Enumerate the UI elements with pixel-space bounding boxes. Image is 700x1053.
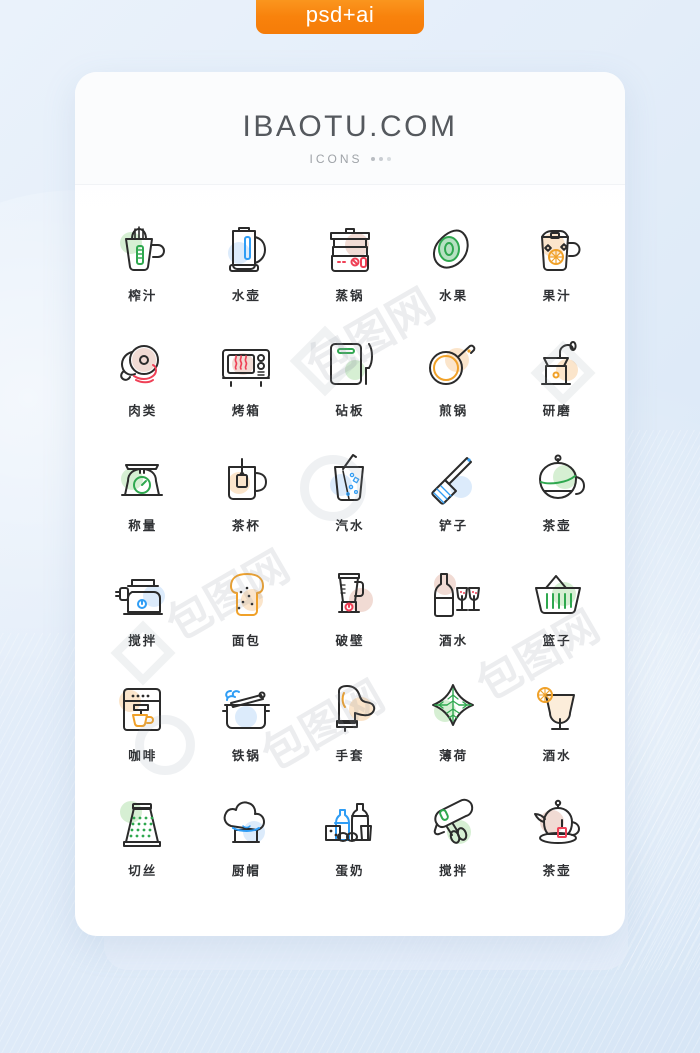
icon-label: 搅拌	[128, 633, 158, 648]
icon-label: 茶壶	[542, 518, 572, 533]
subtitle-row: ICONS	[75, 152, 625, 166]
icon-label: 搅拌	[439, 863, 469, 878]
card-header: IBAOTU.COM ICONS	[75, 72, 625, 185]
icon-label: 铲子	[439, 518, 469, 533]
soda-glass-icon	[300, 441, 400, 513]
icon-label: 研磨	[542, 403, 572, 418]
icon-cell[interactable]: 篮子	[505, 556, 609, 671]
steamer-icon	[300, 211, 400, 283]
icon-cell[interactable]: 蛋奶	[298, 786, 402, 901]
cutting-board-icon	[300, 326, 400, 398]
icon-cell[interactable]: 面包	[195, 556, 299, 671]
icon-label: 蛋奶	[335, 863, 365, 878]
icon-label: 酒水	[542, 748, 572, 763]
chef-hat-icon	[196, 786, 296, 858]
icon-label: 汽水	[335, 518, 365, 533]
icon-cell[interactable]: 称量	[91, 441, 195, 556]
icon-label: 铁锅	[231, 748, 261, 763]
icon-cell[interactable]: 水果	[402, 211, 506, 326]
spatula-icon	[404, 441, 504, 513]
icon-label: 肉类	[128, 403, 158, 418]
icon-cell[interactable]: 肉类	[91, 326, 195, 441]
cocktail-glass-icon	[507, 671, 607, 743]
icon-cell[interactable]: 果汁	[505, 211, 609, 326]
mint-leaf-icon	[404, 671, 504, 743]
icon-label: 水果	[439, 288, 469, 303]
coffee-grinder-icon	[507, 326, 607, 398]
icon-set-card: IBAOTU.COM ICONS 榨汁 水壶 蒸锅 水果 果汁 肉类 烤箱 砧板 煎锅 研磨 称量茶…	[75, 72, 625, 936]
juicer-icon	[93, 211, 193, 283]
avocado-icon	[404, 211, 504, 283]
icon-label: 果汁	[542, 288, 572, 303]
cooking-pot-icon	[196, 671, 296, 743]
oven-icon	[196, 326, 296, 398]
icon-cell[interactable]: 蒸锅	[298, 211, 402, 326]
icon-label: 水壶	[231, 288, 261, 303]
dairy-eggs-icon	[300, 786, 400, 858]
icon-cell[interactable]: 烤箱	[195, 326, 299, 441]
juice-pitcher-icon	[507, 211, 607, 283]
oven-mitt-icon	[300, 671, 400, 743]
icon-cell[interactable]: 榨汁	[91, 211, 195, 326]
icon-cell[interactable]: 铲子	[402, 441, 506, 556]
icon-label: 茶杯	[231, 518, 261, 533]
icon-label: 砧板	[335, 403, 365, 418]
kettle-icon	[196, 211, 296, 283]
page-title: IBAOTU.COM	[242, 110, 458, 143]
meat-icon	[93, 326, 193, 398]
tea-cup-icon	[196, 441, 296, 513]
kitchen-scale-icon	[93, 441, 193, 513]
wine-bottle-icon	[404, 556, 504, 628]
icon-cell[interactable]: 砧板	[298, 326, 402, 441]
icon-label: 篮子	[542, 633, 572, 648]
icon-label: 烤箱	[231, 403, 261, 418]
blender-icon	[300, 556, 400, 628]
icon-label: 煎锅	[439, 403, 469, 418]
icon-cell[interactable]: 搅拌	[91, 556, 195, 671]
icon-label: 榨汁	[128, 288, 158, 303]
icon-cell[interactable]: 茶杯	[195, 441, 299, 556]
icon-cell[interactable]: 厨帽	[195, 786, 299, 901]
bread-slice-icon	[196, 556, 296, 628]
icon-cell[interactable]: 煎锅	[402, 326, 506, 441]
icon-cell[interactable]: 破壁	[298, 556, 402, 671]
format-badge: psd+ai	[256, 0, 424, 34]
icon-label: 切丝	[128, 863, 158, 878]
icon-cell[interactable]: 切丝	[91, 786, 195, 901]
icon-label: 咖啡	[128, 748, 158, 763]
icon-grid: 榨汁 水壶 蒸锅 水果 果汁 肉类 烤箱 砧板 煎锅 研磨 称量 茶杯 汽水 铲子 茶壶 搅拌 面包 破壁 酒水 篮子…	[75, 185, 625, 901]
icon-cell[interactable]: 水壶	[195, 211, 299, 326]
icon-label: 厨帽	[231, 863, 261, 878]
icon-label: 薄荷	[439, 748, 469, 763]
icon-cell[interactable]: 手套	[298, 671, 402, 786]
meat-grinder-icon	[93, 556, 193, 628]
teapot-green-icon	[507, 441, 607, 513]
icon-cell[interactable]: 咖啡	[91, 671, 195, 786]
icon-cell[interactable]: 薄荷	[402, 671, 506, 786]
subtitle-dots	[370, 157, 391, 161]
shopping-basket-icon	[507, 556, 607, 628]
icon-cell[interactable]: 茶壶	[505, 786, 609, 901]
icon-cell[interactable]: 汽水	[298, 441, 402, 556]
icon-cell[interactable]: 搅拌	[402, 786, 506, 901]
icon-label: 手套	[335, 748, 365, 763]
subtitle-text: ICONS	[309, 152, 363, 166]
icon-cell[interactable]: 酒水	[505, 671, 609, 786]
icon-label: 茶壶	[542, 863, 572, 878]
coffee-machine-icon	[93, 671, 193, 743]
icon-label: 酒水	[439, 633, 469, 648]
icon-cell[interactable]: 铁锅	[195, 671, 299, 786]
icon-label: 破壁	[335, 633, 365, 648]
grater-icon	[93, 786, 193, 858]
icon-label: 称量	[128, 518, 158, 533]
icon-label: 面包	[231, 633, 261, 648]
icon-cell[interactable]: 酒水	[402, 556, 506, 671]
teapot-red-icon	[507, 786, 607, 858]
icon-cell[interactable]: 研磨	[505, 326, 609, 441]
hand-mixer-icon	[404, 786, 504, 858]
icon-label: 蒸锅	[335, 288, 365, 303]
frying-pan-icon	[404, 326, 504, 398]
icon-cell[interactable]: 茶壶	[505, 441, 609, 556]
